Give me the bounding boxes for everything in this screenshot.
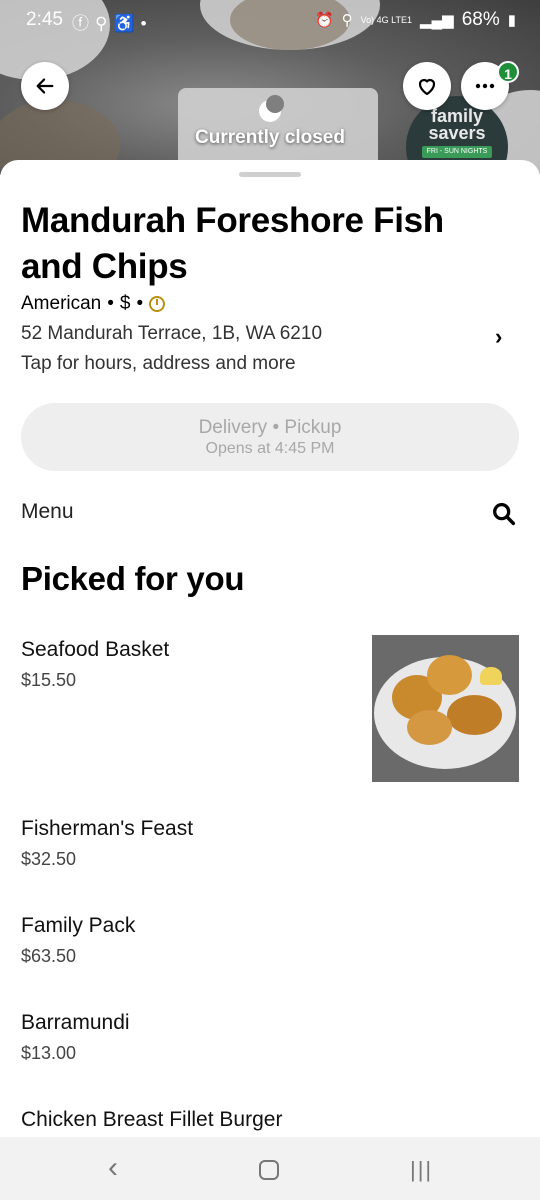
chevron-right-icon[interactable]: › [495,324,502,350]
alarm-icon: ⏰ [314,12,334,29]
section-title: Picked for you [21,560,245,597]
store-info-hint[interactable]: Tap for hours, address and more [21,353,296,375]
item-price: $13.00 [21,1043,77,1063]
promo-logo-text: family savers [428,106,486,143]
store-address[interactable]: 52 Mandurah Terrace, 1B, WA 6210 [21,323,322,345]
item-price: $63.50 [21,946,77,966]
notification-badge: 1 [497,61,519,83]
store-title: Mandurah Foreshore Fish and Chips [21,201,444,286]
facebook-icon: ⓕ [72,14,95,33]
menu-item-seafood-basket[interactable]: Seafood Basket $15.50 [21,638,351,691]
promo-logo-subtext: FRI - SUN NIGHTS [422,146,492,158]
item-name: Fisherman's Feast [21,817,194,840]
search-icon [493,503,516,526]
location-icon: ⚲ [95,14,114,33]
store-meta: American • $ • [21,293,166,315]
status-bar: 2:45 ⓕ⚲♿• ⏰ ⚲ Vo) 4G LTE1 ▂▄▆ 68% ▮ [0,0,540,40]
item-name: Seafood Basket [21,638,170,661]
menu-search-button[interactable] [490,500,518,528]
system-nav-bar: ‹ ||| [0,1137,540,1200]
menu-item-fishermans-feast[interactable]: Fisherman's Feast $32.50 [21,817,351,870]
location-icon: ⚲ [341,12,353,29]
dot-icon: • [140,14,153,33]
item-name: Barramundi [21,1011,130,1034]
menu-label: Menu [21,500,74,523]
clock-badge-icon [149,296,166,312]
menu-item-chicken-breast-fillet-burger[interactable]: Chicken Breast Fillet Burger [21,1108,351,1132]
opens-time: Opens at 4:45 PM [205,440,335,457]
item-name: Chicken Breast Fillet Burger [21,1108,283,1131]
store-sheet[interactable]: Mandurah Foreshore Fish and Chips Americ… [0,160,540,1200]
item-photo-seafood-basket[interactable] [372,635,519,782]
menu-item-family-pack[interactable]: Family Pack $63.50 [21,914,351,967]
item-price: $32.50 [21,849,77,869]
moon-icon [259,95,284,122]
back-button[interactable] [21,62,69,110]
price-level: $ [119,293,131,314]
accessibility-icon: ♿ [113,14,141,33]
menu-item-barramundi[interactable]: Barramundi $13.00 [21,1011,351,1064]
item-name: Family Pack [21,914,136,937]
signal-icon: ▂▄▆ [420,12,454,29]
battery-icon: ▮ [507,12,516,29]
nav-back-icon[interactable]: ‹ [108,1151,118,1185]
nav-recents-icon[interactable]: ||| [410,1157,433,1183]
status-time: 2:45 [26,9,63,30]
more-dots-icon [475,83,495,89]
meta-separator: • [136,293,144,314]
battery-level: 68% [461,9,500,30]
favorite-button[interactable] [403,62,451,110]
mode-label: Delivery • Pickup [198,417,342,438]
network-label: Vo) 4G LTE1 [360,14,412,25]
photo-food [407,710,452,745]
delivery-pickup-toggle[interactable]: Delivery • Pickup Opens at 4:45 PM [21,403,519,471]
nav-home-icon[interactable] [259,1160,279,1180]
photo-lemon [480,667,502,685]
status-right-icons: ⏰ ⚲ Vo) 4G LTE1 ▂▄▆ 68% ▮ [315,9,516,31]
cuisine-label: American [21,293,102,314]
status-left-icons: ⓕ⚲♿• [72,9,153,34]
arrow-left-icon [36,78,54,94]
photo-food [427,655,472,695]
meta-separator: • [107,293,114,314]
drag-handle[interactable] [239,172,301,177]
item-price: $15.50 [21,670,77,690]
photo-food [447,695,502,735]
heart-icon [418,78,436,96]
